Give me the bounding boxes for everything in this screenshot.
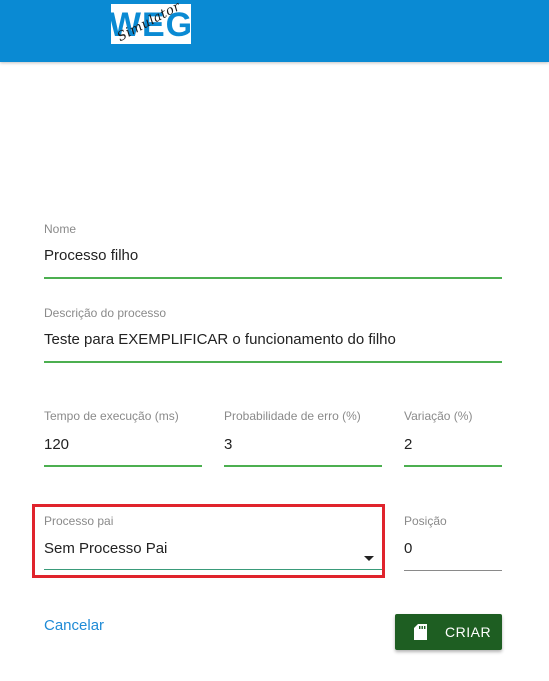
parent-process-underline [44, 569, 382, 570]
error-probability-underline [224, 465, 382, 467]
description-input[interactable]: Teste para EXEMPLIFICAR o funcionamento … [44, 331, 396, 349]
error-probability-input[interactable]: 3 [224, 436, 232, 454]
description-field[interactable]: Descrição do processo Teste para EXEMPLI… [44, 306, 502, 364]
position-underline [404, 570, 502, 571]
variation-input[interactable]: 2 [404, 436, 412, 454]
execution-time-label: Tempo de execução (ms) [44, 409, 179, 423]
error-probability-label: Probabilidade de erro (%) [224, 409, 361, 423]
execution-time-underline [44, 465, 202, 467]
execution-time-input[interactable]: 120 [44, 436, 69, 454]
name-label: Nome [44, 222, 77, 236]
variation-label: Variação (%) [404, 409, 473, 423]
name-field[interactable]: Nome Processo filho [44, 222, 502, 280]
error-probability-field[interactable]: Probabilidade de erro (%) 3 [224, 409, 382, 468]
cancel-link[interactable]: Cancelar [44, 617, 104, 634]
caret-down-icon[interactable] [364, 556, 374, 561]
create-button[interactable]: CRIAR [395, 614, 502, 650]
variation-underline [404, 465, 502, 467]
name-input[interactable]: Processo filho [44, 247, 138, 265]
create-button-label: CRIAR [445, 624, 492, 640]
app-header: WEG Simulator [0, 0, 549, 62]
execution-time-field[interactable]: Tempo de execução (ms) 120 [44, 409, 202, 468]
sd-card-icon [414, 624, 427, 640]
parent-process-value[interactable]: Sem Processo Pai [44, 540, 167, 558]
position-input[interactable]: 0 [404, 540, 412, 558]
variation-field[interactable]: Variação (%) 2 [404, 409, 502, 468]
parent-process-select[interactable]: Processo pai Sem Processo Pai [44, 514, 382, 572]
description-label: Descrição do processo [44, 306, 167, 320]
parent-process-label: Processo pai [44, 514, 114, 528]
description-underline [44, 361, 502, 363]
name-underline [44, 277, 502, 279]
position-label: Posição [404, 514, 447, 528]
position-field[interactable]: Posição 0 [404, 514, 502, 572]
